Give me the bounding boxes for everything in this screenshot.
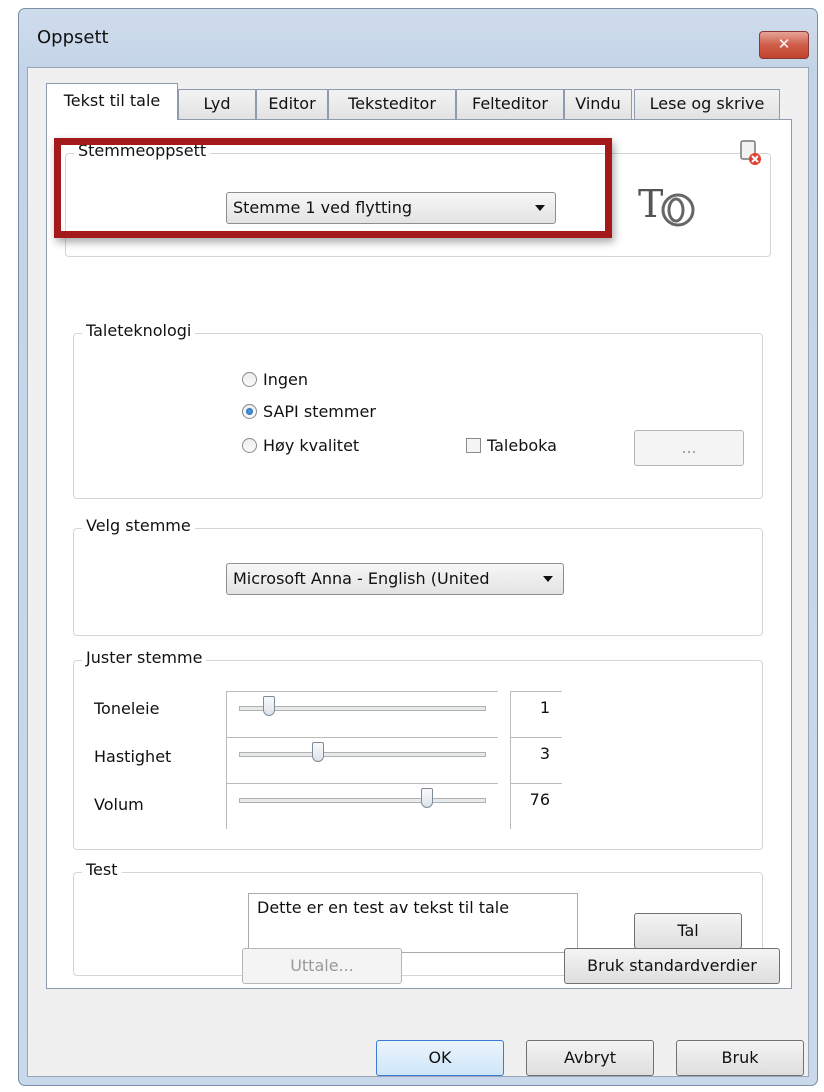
tab-felteditor[interactable]: Felteditor <box>456 89 564 119</box>
taleboka-checkbox-box <box>466 438 481 453</box>
highlight-annotation <box>54 138 612 238</box>
voice-options-button[interactable]: ... <box>634 430 744 466</box>
hastighet-label: Hastighet <box>94 747 172 766</box>
hastighet-value[interactable]: 3 <box>510 737 562 783</box>
toneleie-slider-track <box>239 706 486 711</box>
taleboka-checkbox[interactable]: Taleboka <box>466 436 557 455</box>
test-label: Test <box>82 860 122 879</box>
use-defaults-button[interactable]: Bruk standardverdier <box>564 948 780 984</box>
test-text-input[interactable]: Dette er en test av tekst til tale <box>248 893 578 953</box>
tab-lyd[interactable]: Lyd <box>178 89 256 119</box>
volum-slider-thumb[interactable] <box>420 788 433 808</box>
toneleie-slider-thumb[interactable] <box>262 696 275 716</box>
tab-tekst-til-tale[interactable]: Tekst til tale <box>46 83 178 120</box>
window-title: Oppsett <box>37 27 109 48</box>
radio-sapi-indicator <box>242 404 257 419</box>
taleteknologi-label: Taleteknologi <box>82 321 196 340</box>
radio-ingen-label: Ingen <box>263 370 308 389</box>
velg-stemme-group: Velg stemme Microsoft Anna - English (Un… <box>73 516 763 636</box>
pronounce-button[interactable]: Uttale... <box>242 948 402 984</box>
toneleie-label: Toneleie <box>94 699 160 718</box>
voice-dropdown-value: Microsoft Anna - English (United <box>233 569 490 588</box>
reset-settings-icon[interactable] <box>738 138 764 168</box>
hastighet-slider-thumb[interactable] <box>312 742 325 762</box>
taleteknologi-group: Taleteknologi Ingen SAPI stemmer Høy kva… <box>73 321 763 499</box>
cancel-button[interactable]: Avbryt <box>526 1040 654 1076</box>
radio-hoy-label: Høy kvalitet <box>263 436 360 455</box>
radio-ingen-indicator <box>242 372 257 387</box>
juster-stemme-label: Juster stemme <box>82 648 207 667</box>
radio-sapi-label: SAPI stemmer <box>263 402 376 421</box>
hastighet-slider[interactable] <box>226 737 498 783</box>
apply-button[interactable]: Bruk <box>676 1040 804 1076</box>
tab-panel: Stemmeoppsett Stemme 1 ved flytting T Ta… <box>46 119 792 989</box>
radio-hoy-kvalitet[interactable]: Høy kvalitet <box>242 436 359 455</box>
speak-button[interactable]: Tal <box>634 913 742 949</box>
radio-sapi-stemmer[interactable]: SAPI stemmer <box>242 402 376 421</box>
tab-vindu[interactable]: Vindu <box>564 89 632 119</box>
ok-button[interactable]: OK <box>376 1040 504 1076</box>
tab-editor[interactable]: Editor <box>256 89 328 119</box>
text-to-speech-logo-icon: T <box>638 182 708 230</box>
toneleie-value[interactable]: 1 <box>510 691 562 737</box>
taleboka-label: Taleboka <box>487 436 557 455</box>
radio-ingen[interactable]: Ingen <box>242 370 308 389</box>
volum-label: Volum <box>94 795 144 814</box>
volum-slider-track <box>239 798 486 803</box>
voice-dropdown[interactable]: Microsoft Anna - English (United <box>226 563 564 595</box>
juster-stemme-group: Juster stemme Toneleie 1 Hastighet 3 Vol… <box>73 648 763 850</box>
close-button[interactable]: ✕ <box>759 31 809 59</box>
tab-teksteditor[interactable]: Teksteditor <box>328 89 456 119</box>
volum-value[interactable]: 76 <box>510 783 562 829</box>
tab-lese-og-skrive[interactable]: Lese og skrive <box>634 89 780 119</box>
chevron-down-icon <box>543 576 553 582</box>
velg-stemme-label: Velg stemme <box>82 516 195 535</box>
radio-hoy-indicator <box>242 438 257 453</box>
hastighet-slider-track <box>239 752 486 757</box>
toneleie-slider[interactable] <box>226 691 498 737</box>
volum-slider[interactable] <box>226 783 498 829</box>
